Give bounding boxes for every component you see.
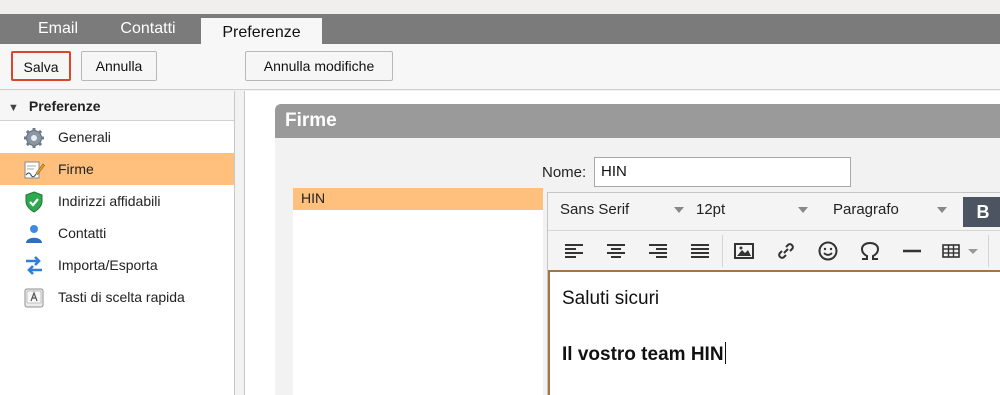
chevron-down-icon[interactable] <box>966 239 980 263</box>
signature-list: HIN <box>293 188 543 395</box>
sidebar-item-label: Contatti <box>58 225 107 241</box>
signature-content-area[interactable]: Saluti sicuri Il vostro team HIN <box>548 270 1000 395</box>
sidebar-item-contatti[interactable]: Contatti <box>0 217 234 249</box>
bold-button[interactable]: B <box>963 197 1000 227</box>
align-left-icon[interactable] <box>562 239 586 263</box>
signature-line-bold: Il vostro team HIN <box>562 342 990 366</box>
sidebar-item-label: Firme <box>58 161 94 177</box>
save-button[interactable]: Salva <box>11 51 71 81</box>
sidebar-item-firme[interactable]: Firme <box>0 153 234 185</box>
panel-gutter <box>236 91 244 395</box>
signature-editor: Sans Serif 12pt Paragrafo B Saluti sicur… <box>547 192 1000 395</box>
sidebar-header-label: Preferenze <box>28 98 101 114</box>
signatures-panel: Firme HIN Nome: HIN Sans Serif 12pt Para… <box>244 91 1000 395</box>
cancel-button[interactable]: Annulla <box>81 51 157 81</box>
tab-contatti[interactable]: Contatti <box>104 14 192 44</box>
font-family-value: Sans Serif <box>560 201 630 218</box>
toolbar-separator <box>988 235 989 267</box>
sidebar-item-label: Indirizzi affidabili <box>58 193 161 209</box>
horizontal-rule-icon[interactable] <box>900 239 924 263</box>
sidebar-item-importa-esporta[interactable]: Importa/Esporta <box>0 249 234 281</box>
keyboard-key-icon <box>23 287 45 308</box>
sidebar-item-label: Tasti di scelta rapida <box>58 289 185 305</box>
link-icon[interactable] <box>774 239 798 263</box>
align-justify-icon[interactable] <box>688 239 712 263</box>
chevron-down-icon <box>937 207 947 213</box>
tab-email[interactable]: Email <box>18 14 98 44</box>
name-label: Nome: <box>542 164 587 181</box>
signature-icon <box>23 159 45 179</box>
sidebar-item-label: Generali <box>58 129 111 145</box>
chevron-down-icon <box>674 207 684 213</box>
block-format-dropdown[interactable]: Paragrafo <box>833 201 949 218</box>
signature-line: Saluti sicuri <box>562 288 660 309</box>
sidebar-item-tasti-di-scelta-rapida[interactable]: Tasti di scelta rapida <box>0 281 234 313</box>
font-size-dropdown[interactable]: 12pt <box>696 201 808 218</box>
table-icon[interactable] <box>940 239 964 263</box>
signature-bold-text: Il vostro team HIN <box>562 344 724 365</box>
page-title: Firme <box>275 104 1000 138</box>
font-size-value: 12pt <box>696 201 726 218</box>
tab-bar: Email Contatti Preferenze <box>0 0 1000 44</box>
text-cursor <box>724 342 726 364</box>
sidebar-header[interactable]: ▼ Preferenze <box>0 91 234 121</box>
sidebar-item-label: Importa/Esporta <box>58 257 158 273</box>
block-format-value: Paragrafo <box>833 201 899 218</box>
font-family-dropdown[interactable]: Sans Serif <box>560 201 686 218</box>
toolbar-separator <box>722 235 723 267</box>
editor-format-row: Sans Serif 12pt Paragrafo B <box>548 193 1000 229</box>
emoticon-icon[interactable] <box>816 239 840 263</box>
preferences-sidebar: ▼ Preferenze Generali Firme Indirizzi af… <box>0 91 235 395</box>
shield-check-icon <box>23 191 45 213</box>
align-center-icon[interactable] <box>604 239 628 263</box>
name-field[interactable]: HIN <box>594 157 851 187</box>
toolbar: Salva Annulla Annulla modifiche <box>0 44 1000 90</box>
align-right-icon[interactable] <box>646 239 670 263</box>
editor-toolbar-row <box>548 230 1000 270</box>
tab-preferenze[interactable]: Preferenze <box>201 18 322 44</box>
special-character-omega-icon[interactable] <box>858 239 882 263</box>
collapse-triangle-icon[interactable]: ▼ <box>8 93 19 123</box>
undo-changes-button[interactable]: Annulla modifiche <box>245 51 393 81</box>
chevron-down-icon <box>798 207 808 213</box>
list-item[interactable]: HIN <box>293 188 543 210</box>
insert-image-icon[interactable] <box>732 239 756 263</box>
sidebar-item-generali[interactable]: Generali <box>0 121 234 153</box>
sidebar-item-indirizzi-affidabili[interactable]: Indirizzi affidabili <box>0 185 234 217</box>
gear-icon <box>23 127 45 148</box>
import-export-icon <box>23 255 45 275</box>
contact-person-icon <box>23 223 45 243</box>
